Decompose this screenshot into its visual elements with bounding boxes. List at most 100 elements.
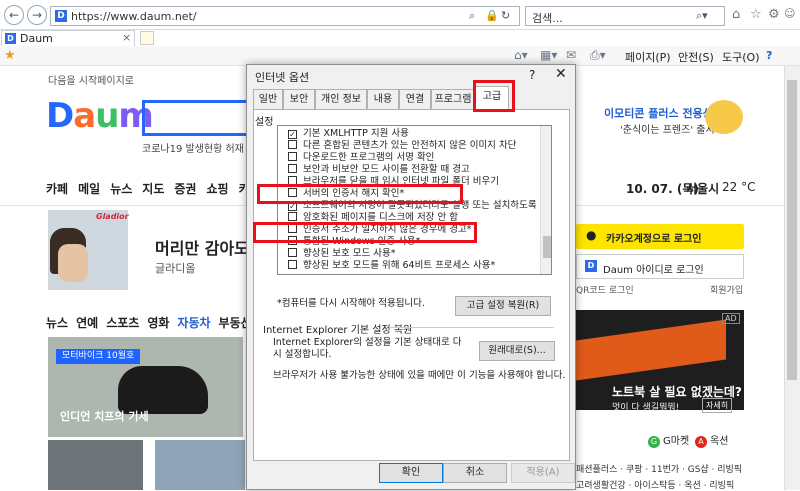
home-cmd-icon[interactable]: ⌂▾ bbox=[514, 48, 528, 62]
address-bar[interactable]: D https://www.daum.net/ ⌕ 🔒 ↻ bbox=[50, 6, 520, 26]
character-icon[interactable] bbox=[705, 100, 743, 134]
weather-city[interactable]: 서울시 bbox=[686, 180, 719, 197]
news-thumbnail[interactable] bbox=[48, 440, 143, 490]
home-icon[interactable]: ⌂ bbox=[732, 7, 740, 22]
daum-search-input[interactable] bbox=[142, 100, 247, 136]
ok-button[interactable]: 확인 bbox=[379, 463, 443, 483]
qr-login-link[interactable]: QR코드 로그인 bbox=[576, 283, 634, 296]
ad-brand-logo: Gladior bbox=[96, 212, 129, 221]
dialog-help-button[interactable]: ? bbox=[529, 68, 535, 82]
page-menu[interactable]: 페이지(P) bbox=[625, 49, 671, 65]
forward-icon[interactable]: → bbox=[27, 5, 47, 25]
trending-keywords[interactable]: 코로나19 발생현황 허재 MC bbox=[142, 140, 263, 155]
shopping-links[interactable]: 패션플러스 · 쿠팡 · 11번가 · GS샵 · 리빙픽 bbox=[576, 462, 742, 475]
emoticon-promo-sub[interactable]: '춘식이는 프렌즈' 출시 bbox=[620, 121, 715, 136]
nav-entertainment[interactable]: 연예 bbox=[76, 316, 98, 330]
menu-cafe[interactable]: 카페 bbox=[46, 182, 68, 196]
setting-64bit-epm[interactable]: 향상된 보호 모드를 위해 64비트 프로세스 사용* bbox=[288, 260, 495, 273]
motorbike-tag: 모터바이크 10월호 bbox=[56, 349, 141, 364]
logo-letter-u: u bbox=[95, 96, 119, 136]
motorbike-shape bbox=[118, 366, 208, 414]
browser-search-box[interactable]: 검색... ⌕▾ bbox=[525, 6, 725, 26]
news-thumbnail[interactable] bbox=[155, 440, 245, 490]
daum-tab-icon: D bbox=[5, 33, 16, 44]
settings-list-scrollbar[interactable] bbox=[540, 126, 551, 274]
tab-close-icon[interactable]: × bbox=[122, 31, 131, 44]
page-scroll-thumb[interactable] bbox=[787, 80, 797, 380]
restore-advanced-button[interactable]: 고급 설정 복원(R) bbox=[455, 296, 551, 316]
tab-content[interactable]: 내용 bbox=[367, 89, 399, 109]
weather-temp[interactable]: 22 °C bbox=[722, 180, 755, 194]
daum-logo[interactable]: Daum bbox=[46, 96, 154, 136]
tab-daum[interactable]: D Daum × bbox=[1, 30, 135, 46]
lock-icon[interactable]: 🔒 bbox=[485, 9, 499, 22]
tab-privacy[interactable]: 개인 정보 bbox=[315, 89, 367, 109]
join-link[interactable]: 회원가입 bbox=[710, 283, 743, 296]
tab-security[interactable]: 보안 bbox=[283, 89, 315, 109]
settings-group-label: 설정 bbox=[255, 117, 274, 128]
nav-sports[interactable]: 스포츠 bbox=[106, 316, 139, 330]
motorbike-caption[interactable]: 인디언 치프의 기세 bbox=[60, 408, 149, 424]
favorites-add-icon[interactable]: ★ bbox=[4, 48, 16, 63]
checkbox[interactable] bbox=[288, 152, 297, 161]
tab-connections[interactable]: 연결 bbox=[399, 89, 431, 109]
address-url: https://www.daum.net/ bbox=[71, 10, 197, 23]
auction-link[interactable]: A 옥션 bbox=[695, 432, 728, 448]
checkbox[interactable]: ✓ bbox=[288, 130, 297, 139]
highlight-advanced-tab bbox=[473, 80, 515, 112]
checkbox[interactable] bbox=[288, 164, 297, 173]
settings-list-scroll-thumb[interactable] bbox=[543, 236, 551, 258]
apply-button[interactable]: 적용(A) bbox=[511, 463, 575, 483]
search-icon[interactable]: ⌕ bbox=[469, 9, 475, 23]
gmarket-icon: G bbox=[648, 436, 660, 448]
print-icon[interactable]: ⎙▾ bbox=[590, 48, 606, 63]
set-homepage-link[interactable]: 다음을 시작페이지로 bbox=[48, 72, 134, 87]
mail-icon[interactable]: ✉ bbox=[566, 48, 576, 62]
logo-letter-a: a bbox=[73, 96, 96, 136]
reset-button[interactable]: 원래대로(S)... bbox=[479, 341, 555, 361]
ad-subtitle[interactable]: 글라디올 bbox=[155, 260, 195, 276]
tools-menu[interactable]: 도구(O) bbox=[722, 49, 759, 65]
back-icon[interactable]: ← bbox=[4, 5, 24, 25]
cancel-button[interactable]: 취소 bbox=[443, 463, 507, 483]
kakao-login-button[interactable]: ● 카카오계정으로 로그인 bbox=[576, 224, 744, 249]
gmarket-link[interactable]: G G마켓 bbox=[648, 432, 689, 448]
daum-login-button[interactable]: D Daum 아이디로 로그인 bbox=[576, 254, 744, 279]
dialog-title: 인터넷 옵션 bbox=[255, 71, 310, 84]
menu-mail[interactable]: 메일 bbox=[78, 182, 100, 196]
nav-news[interactable]: 뉴스 bbox=[46, 316, 68, 330]
search-placeholder: 검색... bbox=[532, 12, 563, 25]
tab-programs[interactable]: 프로그램 bbox=[431, 89, 475, 109]
menu-map[interactable]: 지도 bbox=[142, 182, 164, 196]
daum-favicon-icon: D bbox=[55, 10, 67, 22]
nav-movie[interactable]: 영화 bbox=[147, 316, 169, 330]
smiley-icon[interactable]: ☺ bbox=[784, 7, 795, 20]
logo-letter-d: D bbox=[46, 96, 74, 136]
checkbox[interactable] bbox=[288, 212, 297, 221]
safety-menu[interactable]: 안전(S) bbox=[678, 49, 714, 65]
menu-shopping[interactable]: 쇼핑 bbox=[206, 182, 228, 196]
tab-general[interactable]: 일반 bbox=[253, 89, 283, 109]
refresh-icon[interactable]: ↻ bbox=[501, 9, 510, 22]
laptop-ad-detail-button[interactable]: 자세히 bbox=[702, 398, 733, 413]
daum-icon: D bbox=[585, 260, 597, 272]
checkbox[interactable] bbox=[288, 140, 297, 149]
dialog-close-button[interactable]: ✕ bbox=[555, 66, 567, 82]
menu-stock[interactable]: 증권 bbox=[174, 182, 196, 196]
search-go-icon[interactable]: ⌕▾ bbox=[696, 9, 708, 23]
menu-news[interactable]: 뉴스 bbox=[110, 182, 132, 196]
favorites-star-icon[interactable]: ☆ bbox=[750, 7, 762, 22]
ad-title[interactable]: 머리만 감아도 bbox=[155, 235, 249, 259]
gear-icon[interactable]: ⚙ bbox=[768, 7, 780, 22]
new-tab-button[interactable] bbox=[140, 31, 154, 45]
tab-title: Daum bbox=[20, 32, 53, 45]
laptop-ad-sub[interactable]: 멋이 다 생길뭐뭐! bbox=[612, 400, 679, 413]
kakao-login-label: 카카오계정으로 로그인 bbox=[606, 234, 702, 245]
nav-auto[interactable]: 자동차 bbox=[177, 316, 210, 330]
unusable-state-note: 브라우저가 사용 불가능한 상태에 있을 때에만 이 기능을 사용해야 합니다. bbox=[273, 370, 566, 381]
feeds-icon[interactable]: ▦▾ bbox=[540, 48, 557, 62]
shopping-links[interactable]: 고려생활건강 · 아이스탁등 · 옥션 · 리빙픽 bbox=[576, 478, 734, 491]
checkbox[interactable] bbox=[288, 260, 297, 269]
checkbox[interactable] bbox=[288, 248, 297, 257]
help-menu[interactable]: ? bbox=[766, 49, 772, 62]
